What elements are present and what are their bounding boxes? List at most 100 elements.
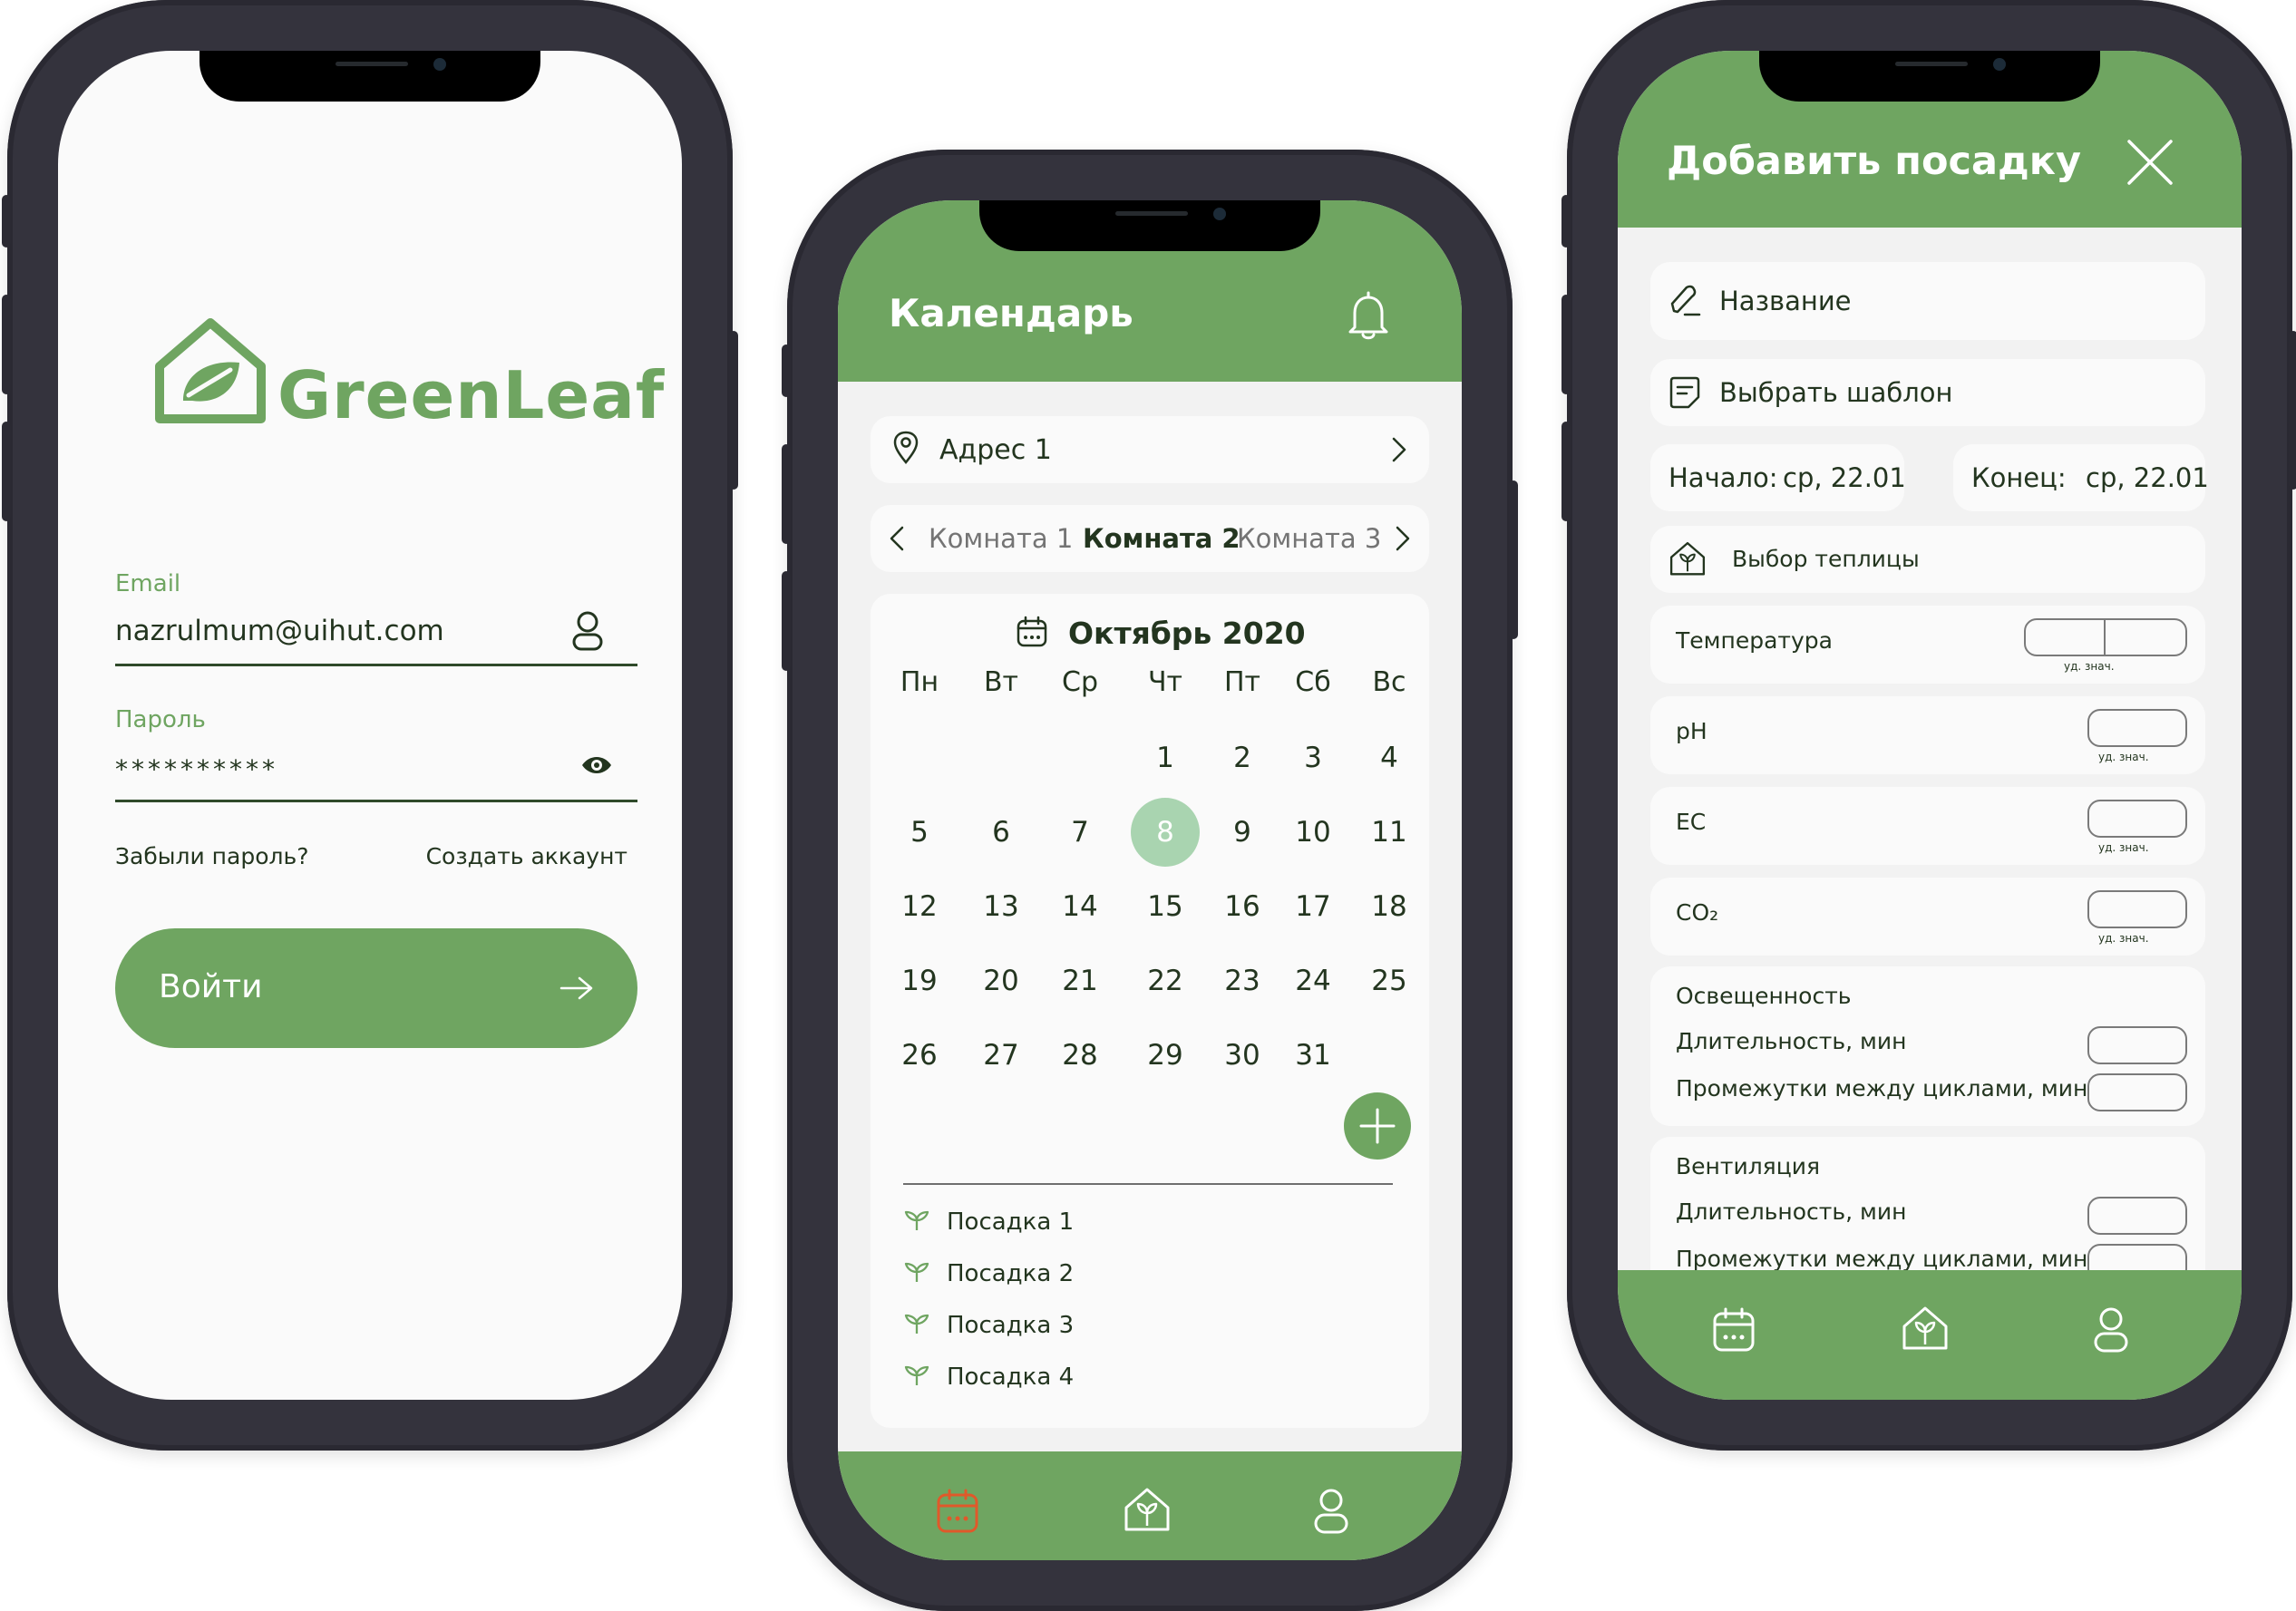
bottom-nav: [1618, 1270, 2242, 1400]
ventilation-title: Вентиляция: [1676, 1153, 1821, 1179]
day-cell[interactable]: 6: [967, 798, 1036, 867]
create-account-link[interactable]: Создать аккаунт: [426, 843, 628, 869]
day-number: 6: [992, 816, 1010, 849]
greenhouse-field-label: Выбор теплицы: [1732, 546, 1920, 572]
day-number: 1: [1156, 742, 1174, 774]
add-button[interactable]: [1344, 1092, 1411, 1160]
weekday-label: Вс: [1372, 666, 1406, 698]
day-cell[interactable]: 16: [1208, 872, 1277, 941]
param-input[interactable]: [2087, 890, 2187, 928]
param-row: EC уд. знач.: [1650, 787, 2205, 865]
divider: [903, 1183, 1393, 1185]
day-cell-today[interactable]: 8: [1131, 798, 1200, 867]
chevron-right-icon[interactable]: [1395, 525, 1411, 552]
close-icon[interactable]: [2126, 138, 2174, 187]
pencil-icon: [1668, 284, 1701, 318]
day-cell[interactable]: 24: [1279, 946, 1347, 1015]
day-cell[interactable]: 19: [885, 946, 954, 1015]
day-cell[interactable]: 1: [1131, 723, 1200, 792]
arrow-right-icon: [559, 975, 594, 1001]
end-date-field[interactable]: Конец: ср, 22.01: [1953, 444, 2209, 511]
day-number: 14: [1062, 890, 1098, 923]
password-field[interactable]: **********: [115, 754, 278, 784]
day-cell[interactable]: 11: [1355, 798, 1424, 867]
day-cell[interactable]: 18: [1355, 872, 1424, 941]
day-number: 7: [1071, 816, 1089, 849]
day-cell[interactable]: 20: [967, 946, 1036, 1015]
address-selector[interactable]: Адрес 1: [871, 416, 1429, 483]
lighting-title: Освещенность: [1676, 983, 1852, 1009]
day-cell[interactable]: 9: [1208, 798, 1277, 867]
day-cell[interactable]: 10: [1279, 798, 1347, 867]
chevron-right-icon[interactable]: [1391, 436, 1407, 463]
list-item[interactable]: Посадка 1: [903, 1203, 1266, 1243]
name-field[interactable]: Название: [1650, 262, 2205, 340]
planting-label: Посадка 1: [947, 1208, 1075, 1236]
email-underline: [115, 664, 637, 666]
param-input[interactable]: [2024, 618, 2187, 656]
calendar-icon[interactable]: [936, 1488, 979, 1535]
calendar-icon[interactable]: [1712, 1306, 1756, 1354]
password-label: Пароль: [115, 706, 206, 733]
day-cell[interactable]: 4: [1355, 723, 1424, 792]
day-cell[interactable]: 25: [1355, 946, 1424, 1015]
start-date-field[interactable]: Начало: ср, 22.01: [1650, 444, 1906, 511]
tab-room-1[interactable]: Комната 1: [929, 523, 1073, 554]
tab-room-2[interactable]: Комната 2: [1083, 523, 1240, 554]
phone-login: GreenLeaf Email nazrulmum@uihut.com Паро…: [2, 0, 738, 1451]
day-number: 30: [1224, 1039, 1260, 1072]
template-field[interactable]: Выбрать шаблон: [1650, 359, 2205, 426]
weekday-label: Чт: [1147, 666, 1183, 698]
unit-label: уд. знач.: [2098, 932, 2149, 945]
day-number: 5: [910, 816, 929, 849]
day-number: 22: [1147, 965, 1183, 997]
param-label: EC: [1676, 809, 1707, 835]
day-cell[interactable]: 22: [1131, 946, 1200, 1015]
day-cell[interactable]: 28: [1046, 1021, 1114, 1090]
greenhouse-field[interactable]: Выбор теплицы: [1650, 526, 2205, 593]
day-cell[interactable]: 2: [1208, 723, 1277, 792]
day-cell[interactable]: 27: [967, 1021, 1036, 1090]
day-cell[interactable]: 21: [1046, 946, 1114, 1015]
weekday-label: Сб: [1295, 666, 1331, 698]
day-cell[interactable]: 26: [885, 1021, 954, 1090]
day-cell[interactable]: 13: [967, 872, 1036, 941]
day-cell[interactable]: 17: [1279, 872, 1347, 941]
eye-icon[interactable]: [580, 753, 613, 777]
day-cell[interactable]: 29: [1131, 1021, 1200, 1090]
greenhouse-icon[interactable]: [1901, 1305, 1950, 1354]
profile-icon[interactable]: [1313, 1488, 1349, 1535]
tab-room-3[interactable]: Комната 3: [1237, 523, 1381, 554]
day-cell[interactable]: 12: [885, 872, 954, 941]
list-item[interactable]: Посадка 2: [903, 1255, 1266, 1295]
lighting-interval-input[interactable]: [2087, 1073, 2187, 1111]
day-cell[interactable]: 7: [1046, 798, 1114, 867]
chevron-left-icon[interactable]: [889, 525, 905, 552]
email-field[interactable]: nazrulmum@uihut.com: [115, 615, 444, 647]
day-cell[interactable]: 3: [1279, 723, 1347, 792]
ventilation-duration-input[interactable]: [2087, 1197, 2187, 1235]
day-cell[interactable]: 23: [1208, 946, 1277, 1015]
bell-icon[interactable]: [1346, 291, 1391, 342]
day-cell[interactable]: 15: [1131, 872, 1200, 941]
list-item[interactable]: Посадка 4: [903, 1358, 1266, 1398]
calendar-icon: [1016, 616, 1048, 648]
room-tabs: Комната 1 Комната 2 Комната 3: [871, 505, 1429, 572]
day-cell[interactable]: 14: [1046, 872, 1114, 941]
unit-label: уд. знач.: [2098, 841, 2149, 854]
day-cell[interactable]: 5: [885, 798, 954, 867]
day-number: 24: [1295, 965, 1331, 997]
list-item[interactable]: Посадка 3: [903, 1306, 1266, 1346]
day-cell[interactable]: 30: [1208, 1021, 1277, 1090]
param-input[interactable]: [2087, 709, 2187, 747]
profile-icon[interactable]: [2093, 1306, 2129, 1354]
greenhouse-icon[interactable]: [1123, 1486, 1172, 1535]
forgot-password-link[interactable]: Забыли пароль?: [115, 843, 309, 869]
login-button[interactable]: Войти: [115, 928, 637, 1048]
day-cell[interactable]: 31: [1279, 1021, 1347, 1090]
sprout-icon: [903, 1260, 930, 1284]
lighting-duration-input[interactable]: [2087, 1026, 2187, 1064]
day-number: 29: [1147, 1039, 1183, 1072]
param-input[interactable]: [2087, 800, 2187, 838]
planting-label: Посадка 2: [947, 1260, 1075, 1287]
